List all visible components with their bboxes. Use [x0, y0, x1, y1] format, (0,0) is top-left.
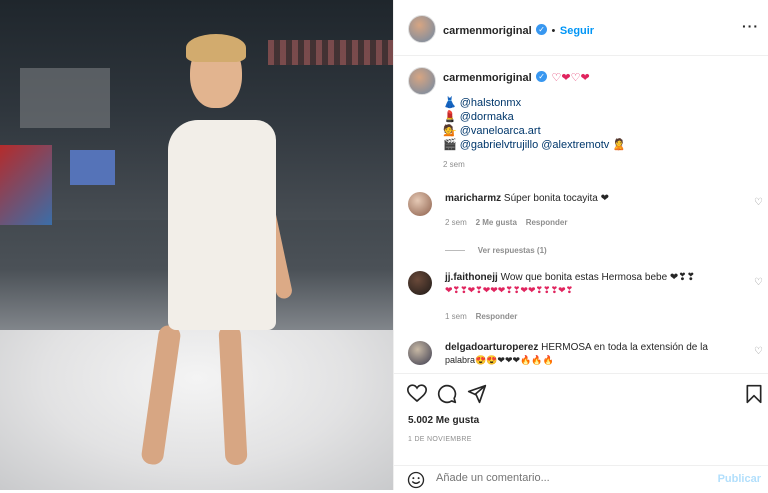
- studio-rig: [20, 68, 110, 128]
- lipstick-icon: 💄: [443, 111, 457, 123]
- comment-text: Wow que bonita estas Hermosa bebe ❤❣❣: [500, 272, 696, 283]
- post-side-panel: carmenmoriginal ✓ • Seguir ··· carmenmor…: [393, 0, 768, 490]
- avatar[interactable]: [408, 341, 432, 365]
- avatar[interactable]: [408, 271, 432, 295]
- reply-button[interactable]: Responder: [526, 218, 568, 227]
- like-comment-heart-icon[interactable]: ♡: [754, 277, 763, 288]
- view-replies-label: Ver respuestas (1): [477, 246, 547, 255]
- comment-input[interactable]: [434, 471, 688, 485]
- comment-text: HERMOSA en toda la extensión de la: [541, 342, 708, 353]
- credit-link[interactable]: @vaneloarca.art: [460, 125, 541, 137]
- replies-divider: [445, 249, 465, 251]
- verified-icon: ✓: [536, 71, 548, 83]
- hair: [186, 34, 246, 62]
- caption-avatar[interactable]: [408, 67, 436, 95]
- avatar[interactable]: [408, 15, 436, 43]
- comment-text: ❤❣❣❤❣❤❤❤❣❣❤❤❣❣❣❤❣: [445, 285, 574, 295]
- like-comment-heart-icon[interactable]: ♡: [754, 197, 763, 208]
- like-heart-icon[interactable]: [407, 384, 427, 403]
- add-comment-bar: Publicar: [394, 465, 768, 493]
- caption-username[interactable]: carmenmoriginal: [443, 72, 532, 84]
- header-username[interactable]: carmenmoriginal: [443, 25, 532, 37]
- comment-username[interactable]: delgadoarturoperez: [445, 342, 538, 353]
- post-actions: 5.002 Me gusta 1 DE NOVIEMBRE Publicar: [394, 373, 768, 489]
- comment-time: 1 sem: [445, 312, 467, 321]
- post-photo[interactable]: [0, 0, 393, 490]
- post-header: carmenmoriginal ✓ • Seguir ···: [394, 0, 768, 56]
- person-icon: 💁: [443, 125, 457, 137]
- like-comment-heart-icon[interactable]: ♡: [754, 346, 763, 357]
- studio-monitor: [70, 150, 115, 185]
- credit-link[interactable]: @gabrielvtrujillo @alextremotv 🙎: [460, 139, 626, 151]
- publish-button[interactable]: Publicar: [718, 473, 761, 485]
- comment-text: palabra😍😍❤❤❤🔥🔥🔥: [445, 355, 554, 365]
- follow-button[interactable]: Seguir: [560, 25, 594, 37]
- comment: delgadoarturoperez HERMOSA en toda la ex…: [408, 341, 753, 367]
- clapper-icon: 🎬: [443, 139, 457, 151]
- comment-likes[interactable]: 2 Me gusta: [476, 218, 517, 227]
- comment: jj.faithonejj Wow que bonita estas Hermo…: [408, 271, 753, 323]
- reply-button[interactable]: Responder: [476, 312, 518, 321]
- dress-icon: 👗: [443, 97, 457, 109]
- stage-floor: [0, 330, 393, 490]
- comment-time: 2 sem: [445, 218, 467, 227]
- share-paper-plane-icon[interactable]: [467, 384, 487, 404]
- comment-text: Súper bonita tocayita ❤: [503, 193, 610, 204]
- credit-link[interactable]: @dormaka: [460, 111, 514, 123]
- credit-line: 💄 @dormaka: [443, 110, 743, 124]
- comment-username[interactable]: jj.faithonejj: [445, 272, 498, 283]
- likes-count[interactable]: 5.002 Me gusta: [408, 415, 479, 426]
- studio-screen: [0, 145, 52, 225]
- white-dress: [168, 120, 276, 330]
- view-replies[interactable]: Ver respuestas (1): [445, 244, 753, 257]
- separator-dot: •: [551, 25, 556, 37]
- comment: maricharmz Súper bonita tocayita ❤ 2 sem…: [408, 192, 753, 257]
- credit-line: 🎬 @gabrielvtrujillo @alextremotv 🙎: [443, 138, 743, 152]
- more-options-icon[interactable]: ···: [742, 18, 759, 34]
- avatar[interactable]: [408, 192, 432, 216]
- credit-line: 👗 @halstonmx: [443, 96, 743, 110]
- post-date: 1 DE NOVIEMBRE: [408, 436, 472, 443]
- caption-time: 2 sem: [443, 160, 465, 169]
- credit-link[interactable]: @halstonmx: [460, 97, 521, 109]
- comment-username[interactable]: maricharmz: [445, 193, 501, 204]
- caption-hearts: ♡❤♡❤: [551, 72, 590, 84]
- comment-bubble-icon[interactable]: [437, 384, 457, 404]
- emoji-icon[interactable]: [407, 471, 425, 489]
- studio-truss: [268, 40, 393, 65]
- verified-icon: ✓: [536, 24, 548, 36]
- credit-line: 💁 @vaneloarca.art: [443, 124, 743, 138]
- caption-credits: 👗 @halstonmx 💄 @dormaka 💁 @vaneloarca.ar…: [443, 96, 743, 177]
- save-bookmark-icon[interactable]: [745, 384, 763, 404]
